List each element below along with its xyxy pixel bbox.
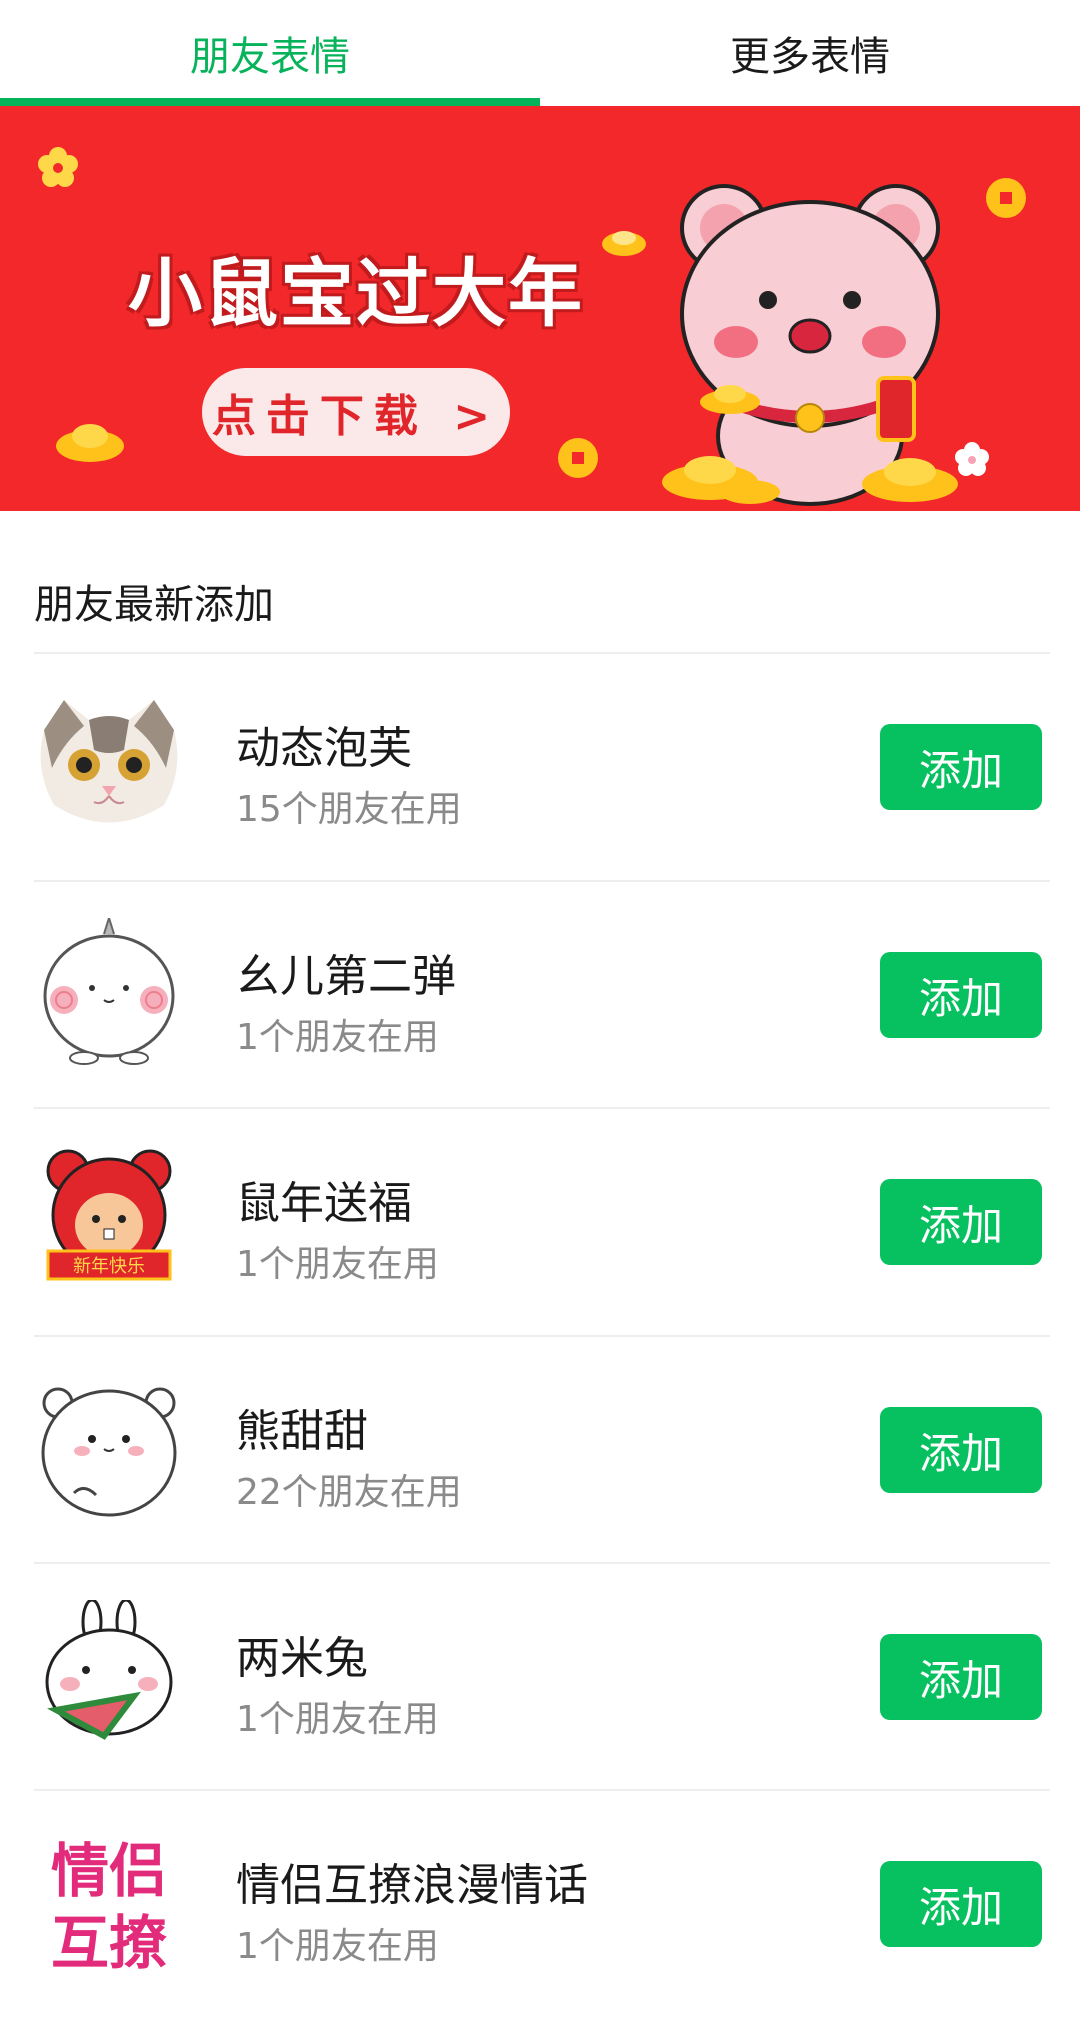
sticker-name: 情侣互撩浪漫情话 [236, 1860, 588, 1911]
tab-bar: 朋友表情 更多表情 [0, 0, 1080, 106]
thumb-label: 互撩 [51, 1909, 167, 1977]
usage-count: 15个朋友在用 [236, 789, 462, 830]
white-blob-icon [43, 918, 175, 1065]
add-button[interactable]: 添加 [880, 1407, 1042, 1493]
thumb-label: 情侣 [51, 1837, 167, 1905]
list-item[interactable]: 情侣 互撩 情侣互撩浪漫情话 1个朋友在用 添加 [0, 1791, 1080, 2017]
add-button[interactable]: 添加 [880, 1634, 1042, 1720]
tab-friend-stickers[interactable]: 朋友表情 [0, 0, 540, 106]
coin-icon [558, 438, 598, 478]
usage-count: 22个朋友在用 [236, 1472, 462, 1513]
add-button[interactable]: 添加 [880, 1861, 1042, 1947]
add-button[interactable]: 添加 [880, 1179, 1042, 1265]
pink-mouse-mascot [662, 184, 958, 506]
thumb-label: 新年快乐 [73, 1256, 145, 1277]
banner-title: 小鼠宝过大年 [128, 251, 584, 337]
gold-ingot-icon [602, 231, 646, 256]
list-item[interactable]: 动态泡芙 15个朋友在用 添加 [0, 654, 1080, 880]
add-button[interactable]: 添加 [880, 952, 1042, 1038]
white-bear-icon [41, 1387, 177, 1517]
coin-icon [986, 178, 1026, 218]
usage-count: 1个朋友在用 [236, 1244, 439, 1285]
section-title: 朋友最新添加 [34, 582, 274, 628]
sticker-name: 幺儿第二弹 [236, 951, 456, 1002]
usage-count: 1个朋友在用 [236, 1926, 439, 1967]
gold-ingot-icon [56, 424, 124, 462]
flower-icon [38, 147, 78, 187]
sticker-name: 动态泡芙 [236, 723, 412, 774]
tab-more-stickers[interactable]: 更多表情 [540, 0, 1080, 106]
list-item[interactable]: 新年快乐 鼠年送福 1个朋友在用 添加 [0, 1109, 1080, 1335]
add-button[interactable]: 添加 [880, 724, 1042, 810]
flower-icon [955, 442, 989, 476]
rabbit-watermelon-icon [45, 1600, 173, 1740]
active-tab-indicator [0, 98, 540, 106]
list-item[interactable]: 熊甜甜 22个朋友在用 添加 [0, 1337, 1080, 1563]
sticker-name: 两米兔 [236, 1633, 368, 1684]
list-item[interactable]: 幺儿第二弹 1个朋友在用 添加 [0, 882, 1080, 1108]
sticker-name: 熊甜甜 [236, 1406, 368, 1457]
text-sticker-icon: 情侣 互撩 [51, 1837, 167, 1977]
promo-banner[interactable]: 小鼠宝过大年 点击下载 > [0, 106, 1080, 511]
sticker-name: 鼠年送福 [236, 1178, 412, 1229]
usage-count: 1个朋友在用 [236, 1699, 439, 1740]
download-button[interactable]: 点击下载 > [202, 368, 510, 456]
red-mouse-costume-icon: 新年快乐 [46, 1149, 172, 1281]
list-item[interactable]: 两米兔 1个朋友在用 添加 [0, 1564, 1080, 1790]
cat-face-icon [40, 700, 178, 823]
usage-count: 1个朋友在用 [236, 1017, 439, 1058]
